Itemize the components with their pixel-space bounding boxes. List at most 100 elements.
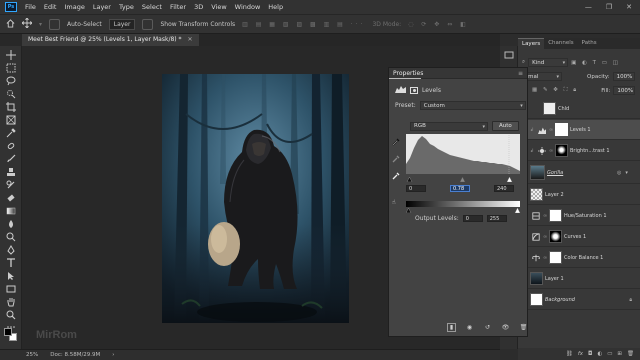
mask-properties-icon[interactable] <box>410 86 418 94</box>
menu-select[interactable]: Select <box>138 3 166 11</box>
tab-channels[interactable]: Channels <box>544 38 577 49</box>
input-black-field[interactable]: 0 <box>406 185 426 192</box>
menu-image[interactable]: Image <box>60 3 88 11</box>
output-sliders[interactable] <box>406 207 522 213</box>
layer-name[interactable]: Layer 2 <box>545 192 564 198</box>
layer-name[interactable]: Brightn...trast 1 <box>570 148 610 154</box>
tab-layers[interactable]: Layers <box>518 38 545 49</box>
menu-3d[interactable]: 3D <box>190 3 207 11</box>
toggle-visibility-icon[interactable]: 👁︎ <box>501 323 510 332</box>
eyedropper-tool-button[interactable] <box>5 128 17 138</box>
auto-button[interactable]: Auto <box>492 121 519 131</box>
mask-icon[interactable]: ◘ <box>588 351 592 357</box>
menu-help[interactable]: Help <box>264 3 287 11</box>
document-tab[interactable]: Meet Best Friend @ 25% (Levels 1, Layer … <box>22 34 199 46</box>
history-brush-tool-button[interactable] <box>5 180 17 190</box>
eraser-tool-button[interactable] <box>5 193 17 203</box>
layer-row-curves-1[interactable]: ∞ Curves 1 <box>518 227 640 247</box>
home-icon[interactable] <box>6 18 15 30</box>
layer-name[interactable]: Layer 1 <box>545 276 564 282</box>
zoom-tool-button[interactable] <box>5 310 17 320</box>
new-layer-icon[interactable]: ⊞ <box>617 351 622 357</box>
layer-name[interactable]: Levels 1 <box>570 127 591 133</box>
layer-row-gorilla[interactable]: Gorilla ◎ ▾ <box>518 162 640 184</box>
channel-select[interactable]: RGB ▾ <box>410 121 488 131</box>
trash-icon[interactable]: 🗑︎ <box>627 351 634 357</box>
fill-input[interactable]: 100% <box>613 86 636 95</box>
preset-select[interactable]: Custom ▾ <box>419 101 526 110</box>
white-point-eyedropper-icon[interactable] <box>392 172 400 182</box>
layer-row-hue-saturation-1[interactable]: ∞ Hue/Saturation 1 <box>518 206 640 226</box>
mode-3d-icons[interactable]: ◌ ⟳ ✥ ⇔ ◧ <box>408 21 469 28</box>
frame-tool-button[interactable] <box>5 115 17 125</box>
blur-tool-button[interactable] <box>5 219 17 229</box>
layer-mask-thumbnail[interactable] <box>549 230 562 243</box>
layer-row-levels-1[interactable]: ↲ ∞ Levels 1 <box>518 120 640 140</box>
move-tool-icon[interactable] <box>21 17 33 30</box>
menu-layer[interactable]: Layer <box>89 3 115 11</box>
menu-filter[interactable]: Filter <box>166 3 190 11</box>
layer-name[interactable]: Background <box>545 297 575 303</box>
tab-paths[interactable]: Paths <box>578 38 601 49</box>
lasso-tool-button[interactable] <box>5 76 17 86</box>
panel-menu-icon[interactable]: ≡ <box>518 70 527 77</box>
auto-select-checkbox[interactable] <box>49 18 61 30</box>
align-icons[interactable]: ▥ ▤ ▦ ▧ ▨ ▩ ▥ ▤ ··· <box>242 21 365 28</box>
input-gamma-field[interactable]: 0.78 <box>450 185 470 192</box>
type-tool-button[interactable] <box>5 258 17 268</box>
layer-mask-thumbnail[interactable] <box>555 144 568 157</box>
gray-point-eyedropper-icon[interactable] <box>392 155 400 165</box>
output-white-field[interactable]: 255 <box>486 215 507 222</box>
mask-link-icon[interactable]: ∞ <box>543 255 547 261</box>
view-previous-icon[interactable]: ◉ <box>465 323 474 332</box>
menu-file[interactable]: File <box>21 3 40 11</box>
clone-stamp-tool-button[interactable] <box>5 167 17 177</box>
restore-button[interactable]: ❐ <box>606 3 612 11</box>
output-black-field[interactable]: 0 <box>462 215 483 222</box>
gradient-tool-button[interactable] <box>5 206 17 216</box>
mask-link-icon[interactable]: ∞ <box>543 213 547 219</box>
dodge-tool-button[interactable] <box>5 232 17 242</box>
mask-link-icon[interactable]: ∞ <box>549 127 553 133</box>
mask-link-icon[interactable]: ∞ <box>543 234 547 240</box>
fx-icon[interactable]: fx <box>578 351 583 357</box>
path-selection-tool-button[interactable] <box>5 271 17 281</box>
layer-row-layer-2[interactable]: Layer 2 <box>518 185 640 205</box>
filter-icons[interactable]: ▣ ◐ T ▭ ◫ <box>571 60 620 66</box>
layer-options-icon[interactable]: ▾ <box>625 170 628 176</box>
blend-mode-select[interactable]: rmal ▾ <box>522 72 562 81</box>
color-swatches[interactable] <box>4 328 18 342</box>
auto-select-target-select[interactable]: Layer <box>108 18 136 30</box>
layer-row-chld[interactable]: Chld <box>518 99 640 119</box>
menu-window[interactable]: Window <box>231 3 265 11</box>
foreground-color-swatch[interactable] <box>4 328 12 336</box>
layer-row-layer-1[interactable]: Layer 1 <box>518 269 640 289</box>
move-tool-button[interactable] <box>5 50 17 60</box>
menu-edit[interactable]: Edit <box>40 3 61 11</box>
tool-preset-caret[interactable]: ▾ <box>39 21 42 28</box>
marquee-tool-button[interactable] <box>5 63 17 73</box>
black-point-eyedropper-icon[interactable] <box>392 138 400 148</box>
properties-title[interactable]: Properties <box>393 70 423 77</box>
layer-mask-thumbnail[interactable] <box>555 123 568 136</box>
layer-name[interactable]: Curves 1 <box>564 234 586 240</box>
brush-tool-button[interactable] <box>5 154 17 164</box>
layer-name[interactable]: Chld <box>558 106 569 112</box>
close-tab-icon[interactable]: ✕ <box>187 36 192 43</box>
layer-mask-thumbnail[interactable] <box>549 251 562 264</box>
kind-filter-select[interactable]: Kind ▾ <box>528 58 569 67</box>
zoom-level[interactable]: 25% <box>26 352 38 358</box>
pen-tool-button[interactable] <box>5 245 17 255</box>
lock-icons[interactable]: ▦ ✎ ✥ ⛶ 🔒︎ <box>532 87 578 94</box>
input-level-slider[interactable] <box>406 176 522 182</box>
delete-adjustment-icon[interactable]: 🗑︎ <box>519 323 528 332</box>
healing-brush-tool-button[interactable] <box>5 141 17 151</box>
output-level-slider[interactable] <box>406 207 522 213</box>
minimize-button[interactable]: — <box>585 3 592 11</box>
document-artwork[interactable] <box>162 74 349 323</box>
reset-icon[interactable]: ↺ <box>483 323 492 332</box>
menu-view[interactable]: View <box>207 3 230 11</box>
shape-tool-button[interactable] <box>5 284 17 294</box>
layer-mask-thumbnail[interactable] <box>549 209 562 222</box>
adjustment-icon[interactable]: ◐ <box>597 351 602 357</box>
